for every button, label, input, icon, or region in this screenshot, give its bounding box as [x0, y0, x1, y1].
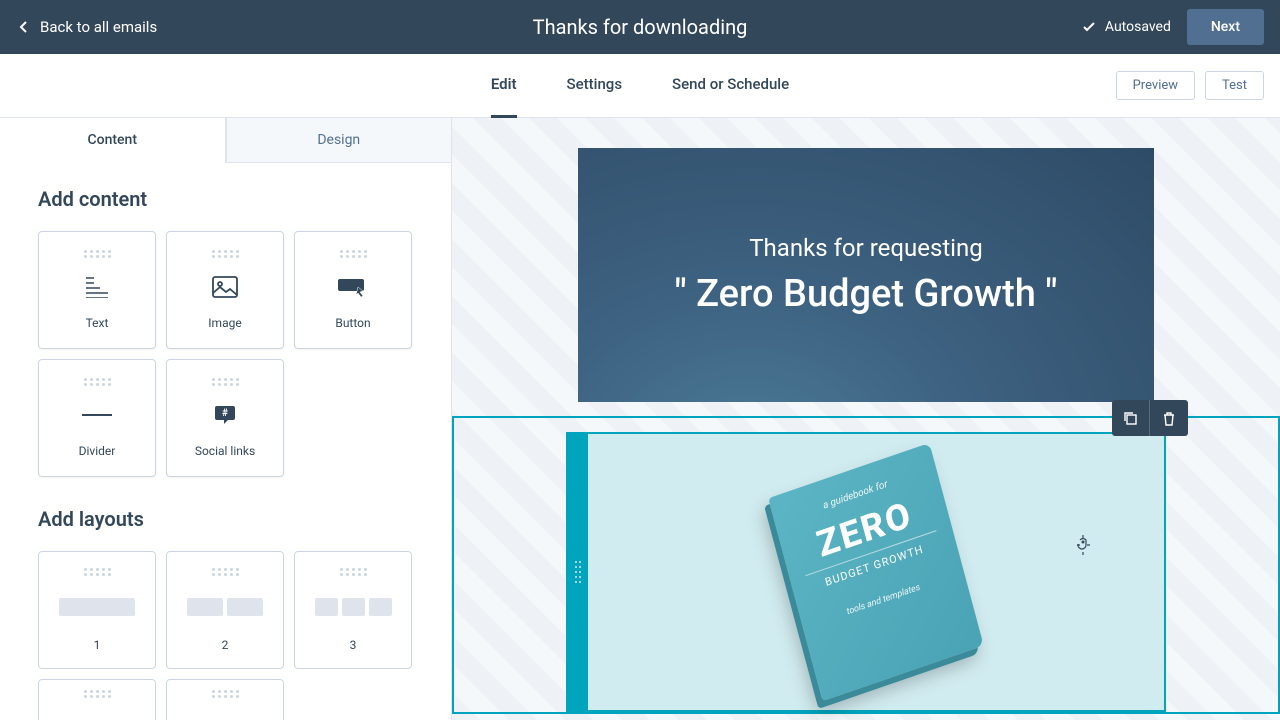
book-graphic: a guidebook for ZERO BUDGET GROWTH tools… [768, 443, 983, 701]
autosaved-label: Autosaved [1105, 19, 1171, 35]
layout-3col[interactable]: 3 [294, 551, 412, 669]
preview-button[interactable]: Preview [1116, 71, 1195, 100]
next-button[interactable]: Next [1187, 9, 1264, 45]
hero-block[interactable]: Thanks for requesting " Zero Budget Grow… [578, 148, 1154, 402]
block-divider-label: Divider [79, 444, 116, 458]
add-layouts-heading: Add layouts [38, 507, 413, 531]
block-text-label: Text [86, 316, 109, 330]
image-body: a guidebook for ZERO BUDGET GROWTH tools… [588, 434, 1164, 710]
block-image-label: Image [208, 316, 241, 330]
block-button-label: Button [335, 316, 370, 330]
block-drag-handle[interactable] [568, 434, 588, 710]
text-icon [84, 272, 110, 302]
block-divider[interactable]: Divider [38, 359, 156, 477]
block-button[interactable]: Button [294, 231, 412, 349]
duplicate-button[interactable] [1112, 400, 1150, 436]
drag-handle-icon [84, 378, 111, 386]
back-to-emails-link[interactable]: Back to all emails [16, 18, 157, 36]
sidebar: Content Design Add content Text Image [0, 118, 452, 720]
drag-handle-icon [212, 378, 239, 386]
cursor-icon [1076, 534, 1094, 556]
image-icon [212, 272, 238, 302]
canvas[interactable]: Thanks for requesting " Zero Budget Grow… [452, 118, 1280, 720]
page-title[interactable]: Thanks for downloading [533, 15, 748, 39]
drag-handle-icon [340, 568, 367, 576]
layout-2col[interactable]: 2 [166, 551, 284, 669]
drag-handle-icon [340, 250, 367, 258]
drag-handle-icon [84, 690, 111, 698]
tab-settings[interactable]: Settings [567, 53, 623, 118]
drag-handle-icon [212, 250, 239, 258]
divider-icon [82, 400, 112, 430]
drag-handle-icon [84, 250, 111, 258]
test-button[interactable]: Test [1205, 71, 1264, 100]
layout-row4[interactable] [38, 679, 156, 720]
drag-handle-icon [84, 568, 111, 576]
delete-button[interactable] [1150, 400, 1188, 436]
block-image[interactable]: Image [166, 231, 284, 349]
button-icon [338, 272, 368, 302]
trash-icon [1162, 411, 1176, 426]
check-icon [1081, 19, 1097, 35]
layout-3-label: 3 [350, 638, 357, 652]
tab-send[interactable]: Send or Schedule [672, 53, 789, 118]
back-label: Back to all emails [40, 18, 157, 36]
block-social-label: Social links [195, 444, 255, 458]
layout-1-label: 1 [94, 638, 101, 652]
layout-row5[interactable] [166, 679, 284, 720]
sidebar-tab-design[interactable]: Design [226, 118, 452, 163]
add-content-heading: Add content [38, 187, 413, 211]
drag-dots-icon [575, 561, 581, 583]
sidebar-tab-content[interactable]: Content [0, 118, 226, 163]
block-text[interactable]: Text [38, 231, 156, 349]
topbar: Back to all emails Thanks for downloadin… [0, 0, 1280, 54]
svg-text:#: # [222, 408, 228, 419]
layout-1col[interactable]: 1 [38, 551, 156, 669]
drag-handle-icon [212, 568, 239, 576]
block-social[interactable]: # Social links [166, 359, 284, 477]
chevron-left-icon [16, 19, 32, 35]
hero-line2: " Zero Budget Growth " [675, 272, 1058, 316]
drag-handle-icon [212, 690, 239, 698]
tab-edit[interactable]: Edit [491, 53, 517, 118]
hero-line1: Thanks for requesting [749, 234, 983, 262]
image-content-block[interactable]: a guidebook for ZERO BUDGET GROWTH tools… [566, 432, 1166, 712]
selected-section[interactable]: a guidebook for ZERO BUDGET GROWTH tools… [452, 416, 1280, 714]
copy-icon [1123, 411, 1138, 426]
autosaved-status: Autosaved [1081, 19, 1171, 35]
block-toolbar [1112, 400, 1188, 436]
social-icon: # [214, 400, 236, 430]
subnav: Edit Settings Send or Schedule Preview T… [0, 54, 1280, 118]
layout-2-label: 2 [222, 638, 229, 652]
